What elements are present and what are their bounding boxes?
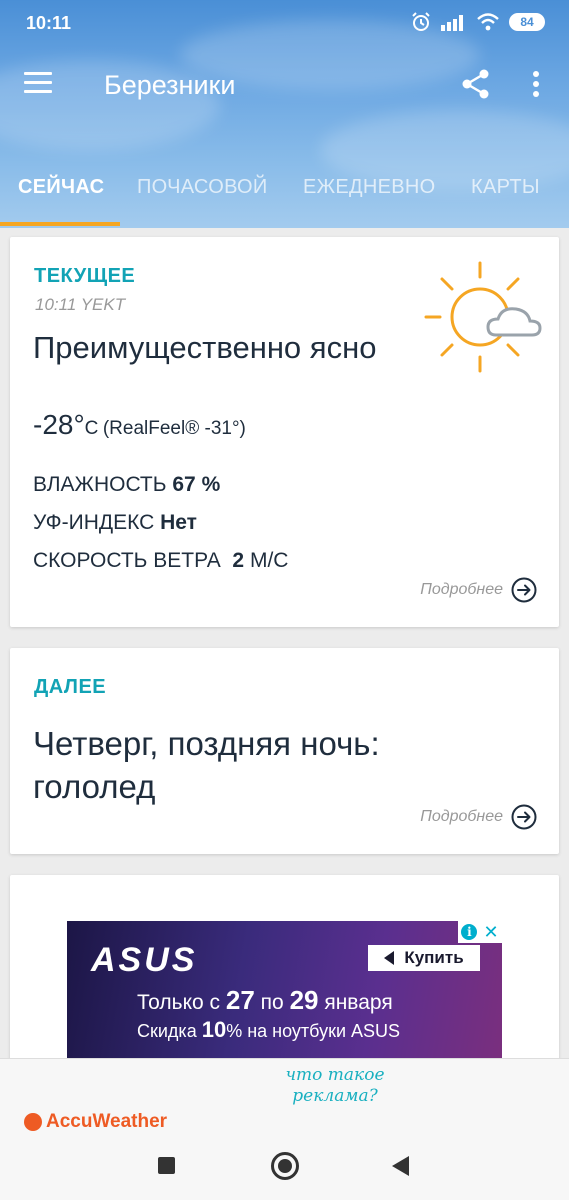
- current-label: ТЕКУЩЕЕ: [34, 265, 136, 287]
- wind-unit: М/С: [249, 549, 289, 572]
- next-forecast-text: Четверг, поздняя ночь: гололед: [33, 725, 380, 805]
- city-title: Березники: [104, 70, 236, 100]
- share-icon[interactable]: [460, 68, 492, 100]
- home-icon[interactable]: [271, 1152, 299, 1180]
- tab-indicator: [0, 222, 120, 226]
- status-time: 10:11: [26, 13, 72, 33]
- ad-text: 10: [201, 1017, 227, 1042]
- current-more-label: Подробнее: [420, 581, 503, 598]
- ad-text: 29: [289, 985, 319, 1015]
- app-header: 10:11 84 Березники СЕЙЧАС ПОЧАСОВОЙ ЕЖЕД…: [0, 0, 569, 228]
- battery-icon: 84: [509, 13, 545, 31]
- tab-bar: СЕЙЧАС ПОЧАСОВОЙ ЕЖЕДНЕВНО КАРТЫ: [0, 160, 569, 228]
- current-conditions-card[interactable]: ТЕКУЩЕЕ 10:11 YEKT Преимущественно ясно …: [10, 237, 559, 627]
- current-time: 10:11 YEKT: [35, 295, 126, 314]
- humidity-label: ВЛАЖНОСТЬ: [33, 473, 167, 496]
- next-more-label: Подробнее: [420, 808, 503, 825]
- ad-text: 27: [225, 985, 255, 1015]
- ad-buy-arrow-icon: [384, 951, 395, 965]
- accuweather-label: AccuWeather: [46, 1111, 168, 1132]
- humidity-row: ВЛАЖНОСТЬ 67 %: [33, 473, 220, 497]
- alarm-icon: [412, 12, 430, 31]
- uv-label: УФ-ИНДЕКС: [33, 511, 155, 534]
- ad-text: Скидка: [137, 1021, 197, 1041]
- uv-value: Нет: [160, 511, 197, 534]
- ad-choices[interactable]: i ✕: [458, 921, 502, 943]
- realfeel-value: (RealFeel® -31°): [102, 418, 246, 439]
- ad-close-icon[interactable]: ✕: [483, 923, 498, 941]
- tab-hourly[interactable]: ПОЧАСОВОЙ: [137, 176, 268, 199]
- current-condition: Преимущественно ясно: [33, 330, 377, 365]
- ad-buy-label: Купить: [404, 948, 464, 967]
- mostly-sunny-icon: [424, 261, 542, 373]
- accuweather-sun-icon: [24, 1113, 42, 1131]
- ad-card: ASUS Купить Только с 27 по 29 января Ски…: [10, 875, 559, 1075]
- temperature-line: -28°C (RealFeel® -31°): [33, 409, 246, 441]
- temperature-unit: C: [84, 418, 99, 439]
- tab-maps[interactable]: КАРТЫ: [471, 176, 540, 199]
- tab-daily[interactable]: ЕЖЕДНЕВНО: [303, 176, 436, 199]
- arrow-right-circle-icon: [511, 804, 537, 830]
- next-forecast-card[interactable]: ДАЛЕЕ Четверг, поздняя ночь: гололед Под…: [10, 648, 559, 854]
- next-label: ДАЛЕЕ: [34, 676, 107, 698]
- arrow-right-circle-icon: [511, 577, 537, 603]
- status-bar: 10:11 84: [0, 0, 569, 48]
- uv-row: УФ-ИНДЕКС Нет: [33, 511, 197, 535]
- ad-banner[interactable]: ASUS Купить Только с 27 по 29 января Ски…: [67, 921, 502, 1061]
- ad-text: Только с: [137, 991, 221, 1014]
- ad-text: % на ноутбуки ASUS: [226, 1021, 401, 1041]
- humidity-value: 67 %: [172, 473, 221, 496]
- toolbar: Березники: [0, 56, 569, 116]
- ad-text: по: [260, 991, 284, 1014]
- ad-buy-button[interactable]: Купить: [368, 945, 480, 971]
- wind-row: СКОРОСТЬ ВЕТРА 2 М/С: [33, 549, 288, 573]
- wind-label: СКОРОСТЬ ВЕТРА: [33, 549, 221, 572]
- status-icons: 84: [411, 12, 545, 32]
- ad-subline: Скидка 10% на ноутбуки ASUS: [137, 1017, 400, 1043]
- wifi-icon: [477, 13, 499, 31]
- ad-brand-logo: ASUS: [91, 941, 198, 979]
- next-more-link[interactable]: Подробнее: [420, 804, 537, 830]
- ad-footer: что такое реклама? AccuWeather: [0, 1058, 569, 1132]
- recents-icon[interactable]: [158, 1157, 175, 1174]
- ad-info-icon[interactable]: i: [461, 924, 478, 940]
- current-more-link[interactable]: Подробнее: [420, 577, 537, 603]
- wind-value: 2: [232, 549, 245, 572]
- ad-text: января: [324, 991, 393, 1014]
- accuweather-logo: AccuWeather: [24, 1111, 167, 1133]
- more-vert-icon[interactable]: [526, 68, 546, 100]
- tab-now[interactable]: СЕЙЧАС: [18, 176, 104, 199]
- what-is-ad-link[interactable]: что такое реклама?: [270, 1065, 400, 1107]
- ad-headline: Только с 27 по 29 января: [137, 985, 393, 1016]
- back-icon[interactable]: [392, 1156, 409, 1176]
- signal-icon: [441, 15, 463, 31]
- system-nav-bar: [0, 1132, 569, 1200]
- temperature-value: -28°: [33, 409, 85, 440]
- menu-icon[interactable]: [24, 72, 54, 96]
